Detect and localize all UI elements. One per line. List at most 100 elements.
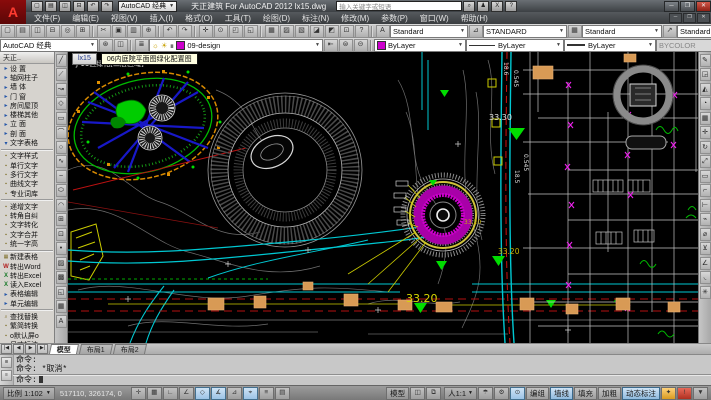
dyn-toggle[interactable]: ⌖: [243, 387, 258, 400]
make-block-icon[interactable]: ⊡: [56, 228, 67, 241]
scale-selector[interactable]: 比例 1:102▼: [3, 387, 55, 400]
workspace-settings-icon[interactable]: ⊛: [99, 39, 113, 52]
osnap-toggle[interactable]: ◇: [195, 387, 210, 400]
polar-toggle[interactable]: ∠: [179, 387, 194, 400]
cleanscreen-icon[interactable]: ▼: [693, 387, 708, 400]
autocad-logo-icon[interactable]: A: [0, 0, 26, 24]
menu-parametric[interactable]: 参数(P): [375, 13, 414, 24]
workspace-combo[interactable]: AutoCAD 经典▼: [0, 39, 98, 52]
quickprops-toggle[interactable]: ▤: [275, 387, 290, 400]
drawing-area[interactable]: lx15 06内庭院平面图绿化配置图: [68, 52, 698, 343]
sidebar-item-section[interactable]: ▸剖 面: [0, 129, 54, 138]
join-icon[interactable]: ⊻: [700, 242, 711, 255]
mirror-icon[interactable]: ◭: [700, 83, 711, 96]
sidebar-item-elevation[interactable]: ▸立 面: [0, 120, 54, 129]
exchange-icon[interactable]: X: [491, 1, 503, 12]
mleader-style-combo[interactable]: Standard▼: [677, 25, 711, 38]
menu-file[interactable]: 文件(F): [28, 13, 66, 24]
sidebar-item-room-roof[interactable]: ▸房间屋顶: [0, 101, 54, 110]
polygon-icon[interactable]: ◇: [56, 97, 67, 110]
annotation-visibility-icon[interactable]: ☂: [478, 387, 493, 400]
plot-preview-icon[interactable]: ◎: [61, 25, 75, 38]
quickview-drawings-icon[interactable]: ⧉: [426, 387, 441, 400]
move-icon[interactable]: ✛: [700, 126, 711, 139]
grid-toggle[interactable]: ▦: [147, 387, 162, 400]
menu-draw[interactable]: 绘图(D): [257, 13, 296, 24]
workspace-selector[interactable]: AutoCAD 经典 ▼: [118, 1, 177, 12]
arc-icon[interactable]: ⌒: [56, 126, 67, 139]
prev-tab-icon[interactable]: ◀: [13, 344, 24, 354]
offset-icon[interactable]: ◔: [700, 97, 711, 110]
chamfer-icon[interactable]: ∠: [700, 257, 711, 270]
sheetset-icon[interactable]: ◪: [310, 25, 324, 38]
sidebar-item-find-replace[interactable]: ⌕查找替换: [0, 312, 54, 321]
help-icon[interactable]: ?: [505, 1, 517, 12]
copy-clip-icon[interactable]: ▣: [112, 25, 126, 38]
paste-icon[interactable]: ▥: [127, 25, 141, 38]
workspace-save-icon[interactable]: ◫: [114, 39, 128, 52]
ellipse-arc-icon[interactable]: ◠: [56, 199, 67, 212]
markup-icon[interactable]: ◩: [325, 25, 339, 38]
scale-icon[interactable]: ⤢: [700, 155, 711, 168]
lineweight-toggle[interactable]: ≡: [259, 387, 274, 400]
qcalc-icon[interactable]: ⊡: [340, 25, 354, 38]
open-icon[interactable]: ▤: [16, 25, 30, 38]
autoscale-icon[interactable]: ⚙: [494, 387, 509, 400]
command-window[interactable]: ⊞ ≡ 命令: 命令: *取消* 命令:: [0, 354, 711, 385]
command-resize-icon[interactable]: ≡: [1, 370, 12, 381]
xline-icon[interactable]: ⟋: [56, 68, 67, 81]
zoom-previous-icon[interactable]: ◱: [244, 25, 258, 38]
menu-tools[interactable]: 工具(T): [219, 13, 257, 24]
trim-icon[interactable]: ⌐: [700, 184, 711, 197]
plot-icon[interactable]: ⊟: [73, 1, 85, 12]
zoom-window-icon[interactable]: ◰: [229, 25, 243, 38]
sidebar-item-stairs[interactable]: ▸楼梯其他: [0, 110, 54, 119]
tab-layout2[interactable]: 布局2: [113, 344, 147, 354]
sidebar-item-export-word[interactable]: W转出Word: [0, 262, 54, 271]
region-icon[interactable]: ◱: [56, 286, 67, 299]
otrack-toggle[interactable]: ∡: [211, 387, 226, 400]
sidebar-item-text-table[interactable]: ▾文字表格: [0, 138, 54, 147]
layer-properties-icon[interactable]: ≣: [135, 39, 149, 52]
restore-button[interactable]: ❐: [680, 1, 695, 12]
menu-help[interactable]: 帮助(H): [455, 13, 494, 24]
insert-block-icon[interactable]: ⊞: [56, 213, 67, 226]
help-search-input[interactable]: 输入关键字或短语: [336, 1, 462, 11]
undo-icon[interactable]: ↶: [163, 25, 177, 38]
layer-prev-icon[interactable]: ⇤: [324, 39, 338, 52]
command-input[interactable]: 命令:: [16, 376, 43, 385]
undo-icon[interactable]: ↶: [87, 1, 99, 12]
doc-restore-button[interactable]: ❐: [683, 13, 696, 23]
revcloud-icon[interactable]: ∿: [56, 155, 67, 168]
designcenter-icon[interactable]: ▨: [280, 25, 294, 38]
sidebar-item-angle-fix[interactable]: ▪转角自纠: [0, 211, 54, 220]
quickview-layouts-icon[interactable]: ◫: [410, 387, 425, 400]
sidebar-item-default-screen[interactable]: ▪o默认屏o: [0, 331, 54, 340]
rotate-icon[interactable]: ↻: [700, 141, 711, 154]
command-anchor-icon[interactable]: ⊞: [1, 357, 12, 368]
dim-style-icon[interactable]: ⊿: [469, 25, 483, 38]
sidebar-item-single-text[interactable]: ▪单行文字: [0, 161, 54, 170]
sidebar-item-door-window[interactable]: ▸门 窗: [0, 92, 54, 101]
color-combo[interactable]: ByLayer▼: [374, 39, 466, 52]
signin-icon[interactable]: ♟: [477, 1, 489, 12]
new-icon[interactable]: ▢: [1, 25, 15, 38]
linetype-combo[interactable]: ByLayer▼: [466, 39, 564, 52]
stretch-icon[interactable]: ▭: [700, 170, 711, 183]
publish-icon[interactable]: ⊞: [76, 25, 90, 38]
menu-dimension[interactable]: 标注(N): [296, 13, 335, 24]
toolpalette-icon[interactable]: ▧: [295, 25, 309, 38]
text-style-combo[interactable]: Standard▼: [390, 25, 468, 38]
snap-toggle[interactable]: ✛: [131, 387, 146, 400]
dim-style-combo[interactable]: STANDARD▼: [483, 25, 567, 38]
menu-format[interactable]: 格式(O): [179, 13, 219, 24]
menu-view[interactable]: 视图(V): [105, 13, 144, 24]
site-plan-drawing[interactable]: J-11区绿化[二层区域] 33.30 33.20 33.20 33.20 18…: [68, 52, 698, 343]
menu-edit[interactable]: 编辑(E): [66, 13, 105, 24]
layer-states-icon[interactable]: ⊜: [339, 39, 353, 52]
table-style-combo[interactable]: Standard▼: [582, 25, 662, 38]
copy-icon[interactable]: ◲: [700, 68, 711, 81]
circle-icon[interactable]: ○: [56, 141, 67, 154]
doc-close-button[interactable]: ✕: [697, 13, 710, 23]
sidebar-item-settings[interactable]: ▸设 置: [0, 64, 54, 73]
